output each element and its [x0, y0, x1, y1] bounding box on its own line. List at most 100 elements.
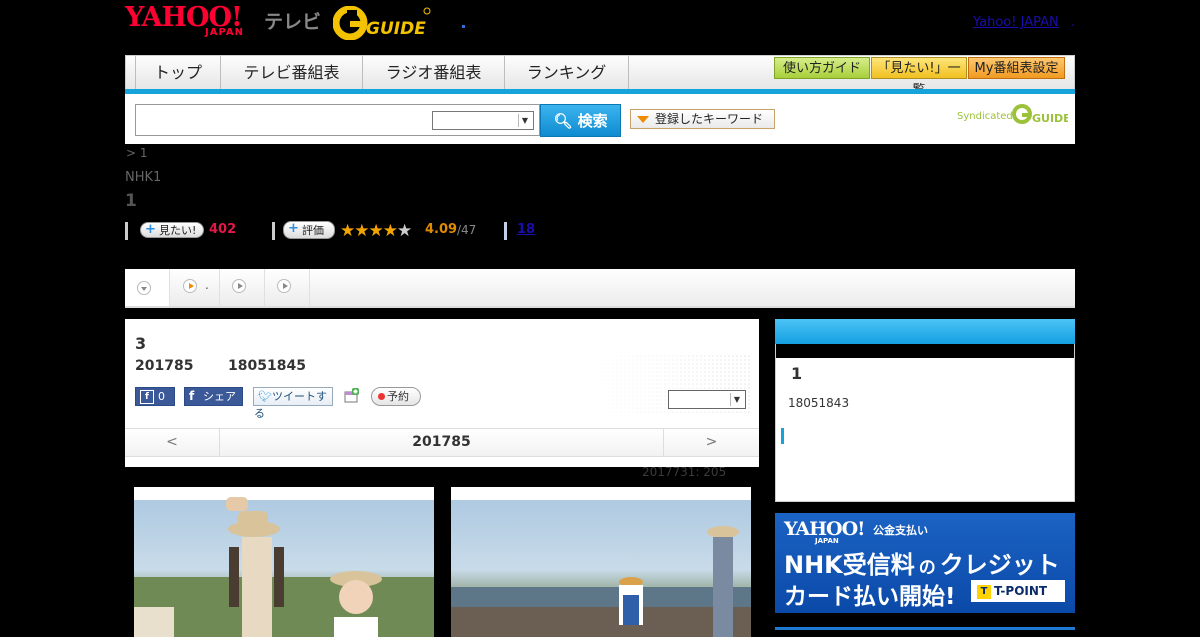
photo-2-image	[451, 526, 751, 637]
banner-no: の	[918, 558, 936, 578]
registered-keywords-label: 登録したキーワード	[655, 112, 764, 126]
sidebar-header-strip	[776, 344, 1074, 358]
want-count: 402	[209, 222, 237, 237]
nhk-credit-ad-banner[interactable]: YAHOO! JAPAN 公金支払い NHK受信料のクレジット カード払い開始!…	[775, 513, 1075, 613]
nav-tab-radio-listings[interactable]: ラジオ番組表	[363, 56, 505, 89]
sidebar-time: 18051843	[788, 396, 850, 410]
star-icon: ★	[368, 221, 384, 241]
search-category-select[interactable]: ▼	[432, 111, 534, 130]
svg-text:GUIDE: GUIDE	[1032, 112, 1068, 125]
facebook-share-label: シェア	[203, 390, 236, 403]
review-count-link[interactable]: 18	[517, 222, 535, 237]
header-link-separator: .	[1071, 15, 1076, 30]
nav-tab-top[interactable]: トップ	[136, 56, 221, 89]
pager-prev-button[interactable]: <	[125, 429, 220, 456]
guide-button[interactable]: 使い方ガイド	[774, 57, 870, 79]
calendar-add-icon[interactable]	[344, 388, 359, 403]
calendar-add-svg	[344, 388, 359, 403]
broadcast-date: 201785	[135, 358, 194, 374]
gguide-logo-icon: GUIDE	[332, 5, 431, 41]
my-listings-settings-button[interactable]: My番組表設定	[968, 57, 1065, 79]
plus-icon: +	[145, 222, 156, 237]
date-pager: < 201785 >	[125, 428, 759, 457]
breadcrumb[interactable]: > 1	[126, 146, 148, 160]
header-dot	[462, 25, 465, 28]
record-icon	[378, 393, 385, 400]
want-button-label: 見たい!	[159, 224, 197, 237]
rating-value: 4.09	[425, 222, 458, 237]
episode-number: 3	[135, 334, 147, 353]
want-list-button[interactable]: 「見たい!」一覧	[871, 57, 967, 98]
svg-text:GUIDE: GUIDE	[366, 19, 426, 39]
content-tab-strip: .	[125, 269, 1075, 308]
want-button[interactable]: + 見たい!	[140, 222, 204, 238]
play-circle-icon	[232, 279, 246, 293]
stats-divider	[272, 222, 275, 240]
photo-1-image	[134, 497, 434, 637]
plus-icon: +	[288, 221, 299, 236]
broadcast-time: 18051845	[228, 358, 306, 374]
nav-tab-ranking[interactable]: ランキング	[505, 56, 629, 89]
program-photo-1[interactable]	[134, 487, 434, 637]
tv-logo-text[interactable]: テレビ	[264, 7, 321, 34]
banner-japan-text: JAPAN	[815, 537, 839, 545]
program-action-select[interactable]: ▼	[668, 390, 746, 409]
sidebar-title: 1	[791, 364, 803, 383]
gguide-small-icon: GUIDE	[1012, 104, 1071, 125]
reserve-button[interactable]: 予約	[371, 387, 421, 406]
banner-line1b: クレジット	[939, 551, 1060, 579]
facebook-icon: f	[189, 389, 195, 403]
yahoo-japan-logo-text: JAPAN	[205, 27, 244, 38]
search-button-label: 検索	[577, 112, 608, 130]
tab-video[interactable]: .	[170, 269, 220, 306]
star-icon: ★	[340, 221, 355, 241]
banner-line1: NHK受信料	[784, 551, 915, 579]
search-icon: 🔍︎	[553, 112, 573, 130]
reserve-label: 予約	[387, 390, 409, 403]
tpoint-label: T-POINT	[994, 584, 1048, 598]
chevron-down-icon: ▼	[518, 114, 531, 127]
facebook-like-button[interactable]: f0	[135, 387, 175, 406]
tweet-button[interactable]: 🐦︎ツイートする	[253, 387, 333, 420]
tab-clip[interactable]	[220, 269, 265, 306]
chevron-down-circle-icon	[137, 281, 151, 295]
tpoint-badge: T T-POINT	[971, 580, 1065, 602]
tpoint-logo-icon: T	[977, 584, 991, 599]
channel-name: NHK1	[125, 170, 162, 185]
search-button[interactable]: 🔍︎ 検索	[540, 104, 621, 137]
facebook-like-count: 0	[158, 390, 165, 403]
rating-count: /47	[457, 223, 477, 237]
stats-divider	[504, 222, 507, 240]
global-nav: トップ テレビ番組表 ラジオ番組表 ランキング 使い方ガイド 「見たい!」一覧 …	[125, 55, 1075, 98]
play-circle-icon	[277, 279, 291, 293]
facebook-share-button[interactable]: f シェア	[184, 387, 243, 406]
stats-divider	[125, 222, 128, 240]
registered-keywords-button[interactable]: 登録したキーワード	[630, 109, 775, 129]
tab-video-label: .	[205, 278, 209, 292]
pager-current-date: 201785	[412, 434, 471, 450]
program-photo-2[interactable]	[451, 487, 751, 637]
chevron-down-icon: ▼	[730, 393, 743, 406]
page-title: 1	[125, 191, 137, 211]
rating-stars: ★★★★★	[340, 221, 412, 241]
last-updated: 2017731: 205	[642, 465, 727, 479]
triangle-down-icon	[637, 116, 649, 123]
tab-details[interactable]	[125, 269, 170, 306]
facebook-icon: f	[140, 390, 154, 404]
nav-tab-tv-listings[interactable]: テレビ番組表	[221, 56, 363, 89]
play-circle-icon	[183, 279, 197, 293]
yahoo-japan-link[interactable]: Yahoo! JAPAN	[973, 15, 1059, 30]
rate-button-label: 評価	[302, 224, 324, 237]
star-icon: ★	[354, 221, 369, 241]
syndicated-label: Syndicated	[957, 111, 1013, 122]
tab-extra[interactable]	[265, 269, 310, 306]
nav-left-edge	[126, 56, 136, 89]
star-icon: ★	[382, 221, 398, 241]
syndicated-gguide-logo: GUIDE	[1012, 103, 1071, 129]
twitter-bird-icon: 🐦︎	[258, 390, 272, 403]
gguide-logo[interactable]: GUIDE	[332, 5, 431, 41]
pager-next-button[interactable]: >	[663, 429, 759, 456]
rate-button[interactable]: + 評価	[283, 221, 335, 239]
star-empty-icon: ★	[397, 221, 412, 241]
sidebar-header	[775, 319, 1075, 344]
